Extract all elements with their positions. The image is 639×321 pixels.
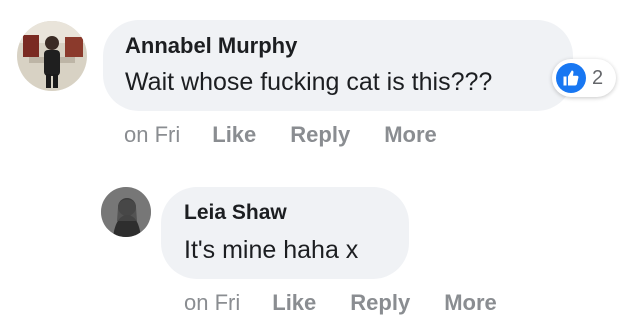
avatar-leia-shaw[interactable]: [101, 187, 151, 237]
reaction-summary[interactable]: 2: [552, 59, 616, 97]
reply-like-button[interactable]: Like: [272, 290, 316, 316]
reaction-count: 2: [592, 66, 604, 89]
reply-reply-button[interactable]: Reply: [350, 290, 410, 316]
comment-actions: on Fri Like Reply More: [124, 122, 437, 148]
comment-text: Wait whose fucking cat is this???: [125, 68, 493, 96]
reply-bubble: Leia Shaw It's mine haha x: [161, 187, 409, 279]
comment-bubble: Annabel Murphy Wait whose fucking cat is…: [103, 20, 573, 111]
reply-more-button[interactable]: More: [444, 290, 497, 316]
comment-thread: Annabel Murphy Wait whose fucking cat is…: [0, 0, 639, 321]
avatar-annabel-murphy[interactable]: [17, 21, 87, 91]
like-icon: [556, 63, 586, 93]
more-button[interactable]: More: [384, 122, 437, 148]
reply-actions: on Fri Like Reply More: [184, 290, 497, 316]
like-button[interactable]: Like: [212, 122, 256, 148]
comment-timestamp[interactable]: on Fri: [124, 122, 180, 148]
comment-author[interactable]: Annabel Murphy: [125, 33, 297, 59]
reply-text: It's mine haha x: [184, 236, 359, 264]
reply-timestamp[interactable]: on Fri: [184, 290, 240, 316]
reply-button[interactable]: Reply: [290, 122, 350, 148]
reply-author[interactable]: Leia Shaw: [184, 201, 287, 225]
